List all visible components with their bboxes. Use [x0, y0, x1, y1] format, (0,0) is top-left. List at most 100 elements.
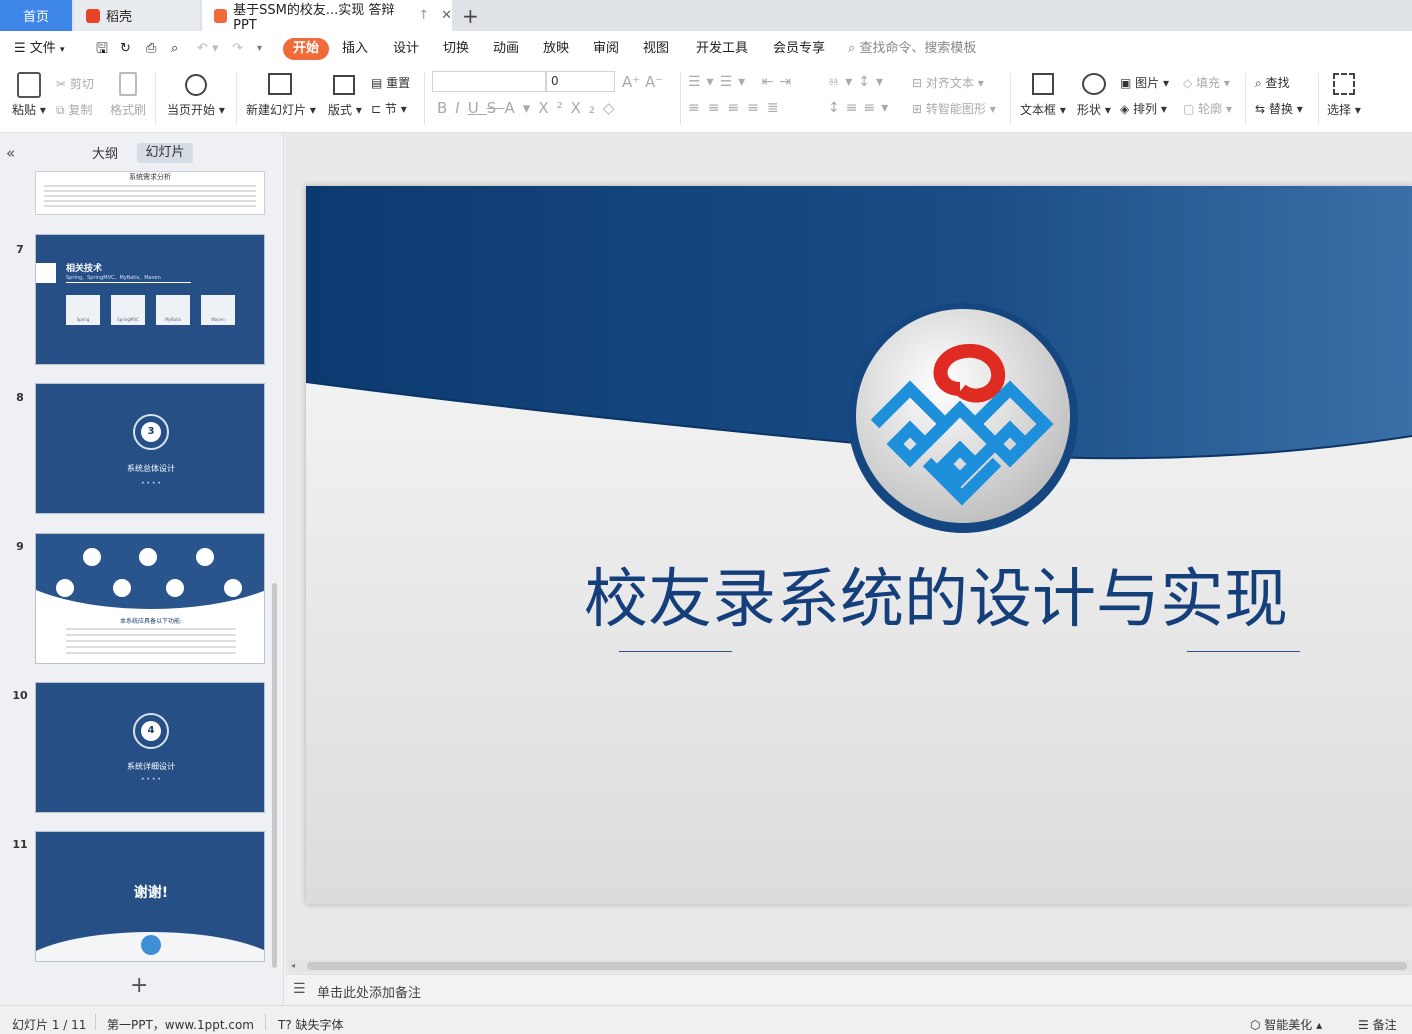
- layout-icon: [333, 75, 355, 95]
- title-decor-line-right: [1187, 651, 1300, 652]
- textbox-icon: [1032, 73, 1054, 95]
- align-text-button[interactable]: ⊟ 对齐文本 ▾: [912, 74, 984, 91]
- slide-thumbnail-11[interactable]: 谢谢!: [35, 831, 265, 962]
- layout-button[interactable]: 版式 ▾: [328, 101, 362, 118]
- undo-format-icon[interactable]: ↻: [120, 31, 131, 67]
- text-direction-icons[interactable]: ⎂▾↕▾: [828, 74, 889, 90]
- notes-icon: ☰: [293, 981, 306, 997]
- tab-document[interactable]: 基于SSM的校友...实现 答辩PPT ↑ ✕: [202, 0, 452, 33]
- pin-icon[interactable]: ↑: [418, 8, 429, 23]
- menu-slideshow[interactable]: 放映: [543, 31, 569, 67]
- print-preview-icon[interactable]: ⌕: [171, 31, 178, 67]
- slide-number: 10: [12, 689, 28, 702]
- menu-start[interactable]: 开始: [283, 38, 330, 60]
- redo-icon[interactable]: ↷: [232, 31, 243, 67]
- new-tab-icon[interactable]: +: [462, 0, 479, 31]
- panel-scrollbar[interactable]: [272, 583, 277, 968]
- slide-thumbnail-6[interactable]: 系统需求分析: [35, 171, 265, 215]
- print-icon[interactable]: ⎙: [146, 31, 156, 67]
- scroll-left-icon[interactable]: ◂: [291, 961, 295, 970]
- select-button[interactable]: 选择 ▾: [1327, 101, 1361, 118]
- slide-background: [306, 186, 1412, 904]
- font-grow-icon[interactable]: A⁺ A⁻: [622, 73, 663, 91]
- from-current-button[interactable]: 当页开始 ▾: [167, 101, 225, 118]
- menu-insert[interactable]: 插入: [342, 31, 368, 67]
- menu-animation[interactable]: 动画: [493, 31, 519, 67]
- picture-button[interactable]: ▣ 图片 ▾: [1120, 74, 1169, 91]
- slide-thumbnail-7[interactable]: 相关技术 Spring、SpringMVC、MyBatis、Maven Spri…: [35, 234, 265, 365]
- align-icons[interactable]: ≡≡≡≡≣: [688, 100, 787, 116]
- find-button[interactable]: ⌕ 查找: [1255, 74, 1290, 91]
- shape-icon: [1082, 73, 1106, 95]
- format-painter-button[interactable]: 格式刷: [110, 101, 146, 118]
- divider: [236, 73, 237, 125]
- menu-view[interactable]: 视图: [643, 31, 669, 67]
- slide-thumbnail-10[interactable]: 4 系统详细设计 • • • •: [35, 682, 265, 813]
- section-button[interactable]: ⊏ 节 ▾: [371, 100, 407, 117]
- tab-slides[interactable]: 幻灯片: [137, 143, 193, 163]
- shape-button[interactable]: 形状 ▾: [1077, 101, 1111, 118]
- play-icon: [185, 74, 207, 96]
- scrollbar-thumb[interactable]: [307, 962, 1407, 970]
- beautify-button[interactable]: ⬡ 智能美化 ▴: [1250, 1016, 1322, 1033]
- divider: [424, 73, 425, 125]
- reset-button[interactable]: ▤ 重置: [371, 74, 410, 91]
- slide-number: 7: [16, 243, 24, 256]
- horizontal-scrollbar[interactable]: ◂: [289, 960, 1412, 972]
- school-logo-icon: [870, 343, 1054, 506]
- divider: [1010, 73, 1011, 125]
- tab-home[interactable]: 首页: [0, 0, 72, 31]
- tab-outline[interactable]: 大纲: [92, 143, 118, 162]
- notes-area[interactable]: ☰ 单击此处添加备注: [285, 974, 1412, 1005]
- menu-devtools[interactable]: 开发工具: [696, 31, 748, 67]
- missing-font-button[interactable]: T? 缺失字体: [278, 1016, 344, 1033]
- textbox-button[interactable]: 文本框 ▾: [1020, 101, 1066, 118]
- slide-thumbnail-panel: « 大纲 幻灯片 系统需求分析 7 相关技术 Spring、SpringMVC、…: [0, 133, 284, 1005]
- dots: • • • •: [141, 776, 161, 783]
- font-icon: T?: [278, 1018, 292, 1032]
- font-size-select[interactable]: 0: [546, 71, 615, 92]
- slide-11-title: 谢谢!: [133, 885, 169, 901]
- search-command[interactable]: ⌕ 查找命令、搜索模板: [848, 31, 976, 67]
- menu-file[interactable]: ☰ 文件 ▾: [14, 31, 64, 67]
- paste-button[interactable]: 粘贴 ▾: [12, 101, 46, 118]
- slide-thumbnail-9[interactable]: 本系统应具备以下功能:: [35, 533, 265, 664]
- fill-button[interactable]: ◇ 填充 ▾: [1183, 74, 1230, 91]
- notes-button[interactable]: ☰ 备注: [1358, 1016, 1397, 1033]
- new-slide-button[interactable]: 新建幻灯片 ▾: [246, 101, 316, 118]
- add-slide-icon[interactable]: +: [130, 973, 148, 998]
- arrange-button[interactable]: ◈ 排列 ▾: [1120, 100, 1167, 117]
- font-family-select[interactable]: [432, 71, 546, 92]
- save-icon[interactable]: 🖫: [96, 31, 108, 67]
- tech-card-mybatis: MyBatis: [156, 295, 190, 325]
- customize-icon[interactable]: ▾: [257, 31, 262, 67]
- collapse-panel-icon[interactable]: «: [6, 144, 15, 162]
- line-spacing-icons[interactable]: ↕≡≡▾: [828, 100, 894, 116]
- undo-icon[interactable]: ↶ ▾: [197, 31, 219, 67]
- menu-design[interactable]: 设计: [393, 31, 419, 67]
- menu-review[interactable]: 审阅: [593, 31, 619, 67]
- tab-daoke[interactable]: 稻壳: [74, 0, 200, 31]
- menu-member[interactable]: 会员专享: [773, 31, 825, 67]
- divider: [680, 73, 681, 125]
- slide-6-title: 系统需求分析: [129, 173, 171, 181]
- current-slide[interactable]: 校友录系统的设计与实现: [306, 186, 1412, 904]
- smart-art-button[interactable]: ⊞ 转智能图形 ▾: [912, 100, 996, 117]
- new-slide-icon: [268, 73, 292, 95]
- close-icon[interactable]: ✕: [441, 8, 452, 23]
- tab-daoke-label: 稻壳: [106, 10, 133, 25]
- slide-thumbnail-8[interactable]: 3 系统总体设计 • • • •: [35, 383, 265, 514]
- slide-title[interactable]: 校友录系统的设计与实现: [536, 548, 1336, 640]
- title-decor-line-left: [619, 651, 732, 652]
- replace-button[interactable]: ⇆ 替换 ▾: [1255, 100, 1303, 117]
- format-painter-icon: [119, 72, 137, 96]
- outline-button[interactable]: ▢ 轮廓 ▾: [1183, 100, 1232, 117]
- menu-transition[interactable]: 切换: [443, 31, 469, 67]
- copy-button[interactable]: ⧉ 复制: [56, 101, 92, 118]
- paste-icon[interactable]: [17, 72, 41, 98]
- status-bar: 幻灯片 1 / 11 第一PPT，www.1ppt.com T? 缺失字体 ⬡ …: [0, 1005, 1412, 1034]
- list-icons[interactable]: ☰▾☰▾ ⇤⇥: [688, 74, 797, 90]
- cut-button[interactable]: ✂ 剪切: [56, 75, 94, 92]
- slide-number: 9: [16, 540, 24, 553]
- font-style-icons[interactable]: BIUSA▾X²X₂◇: [437, 99, 622, 117]
